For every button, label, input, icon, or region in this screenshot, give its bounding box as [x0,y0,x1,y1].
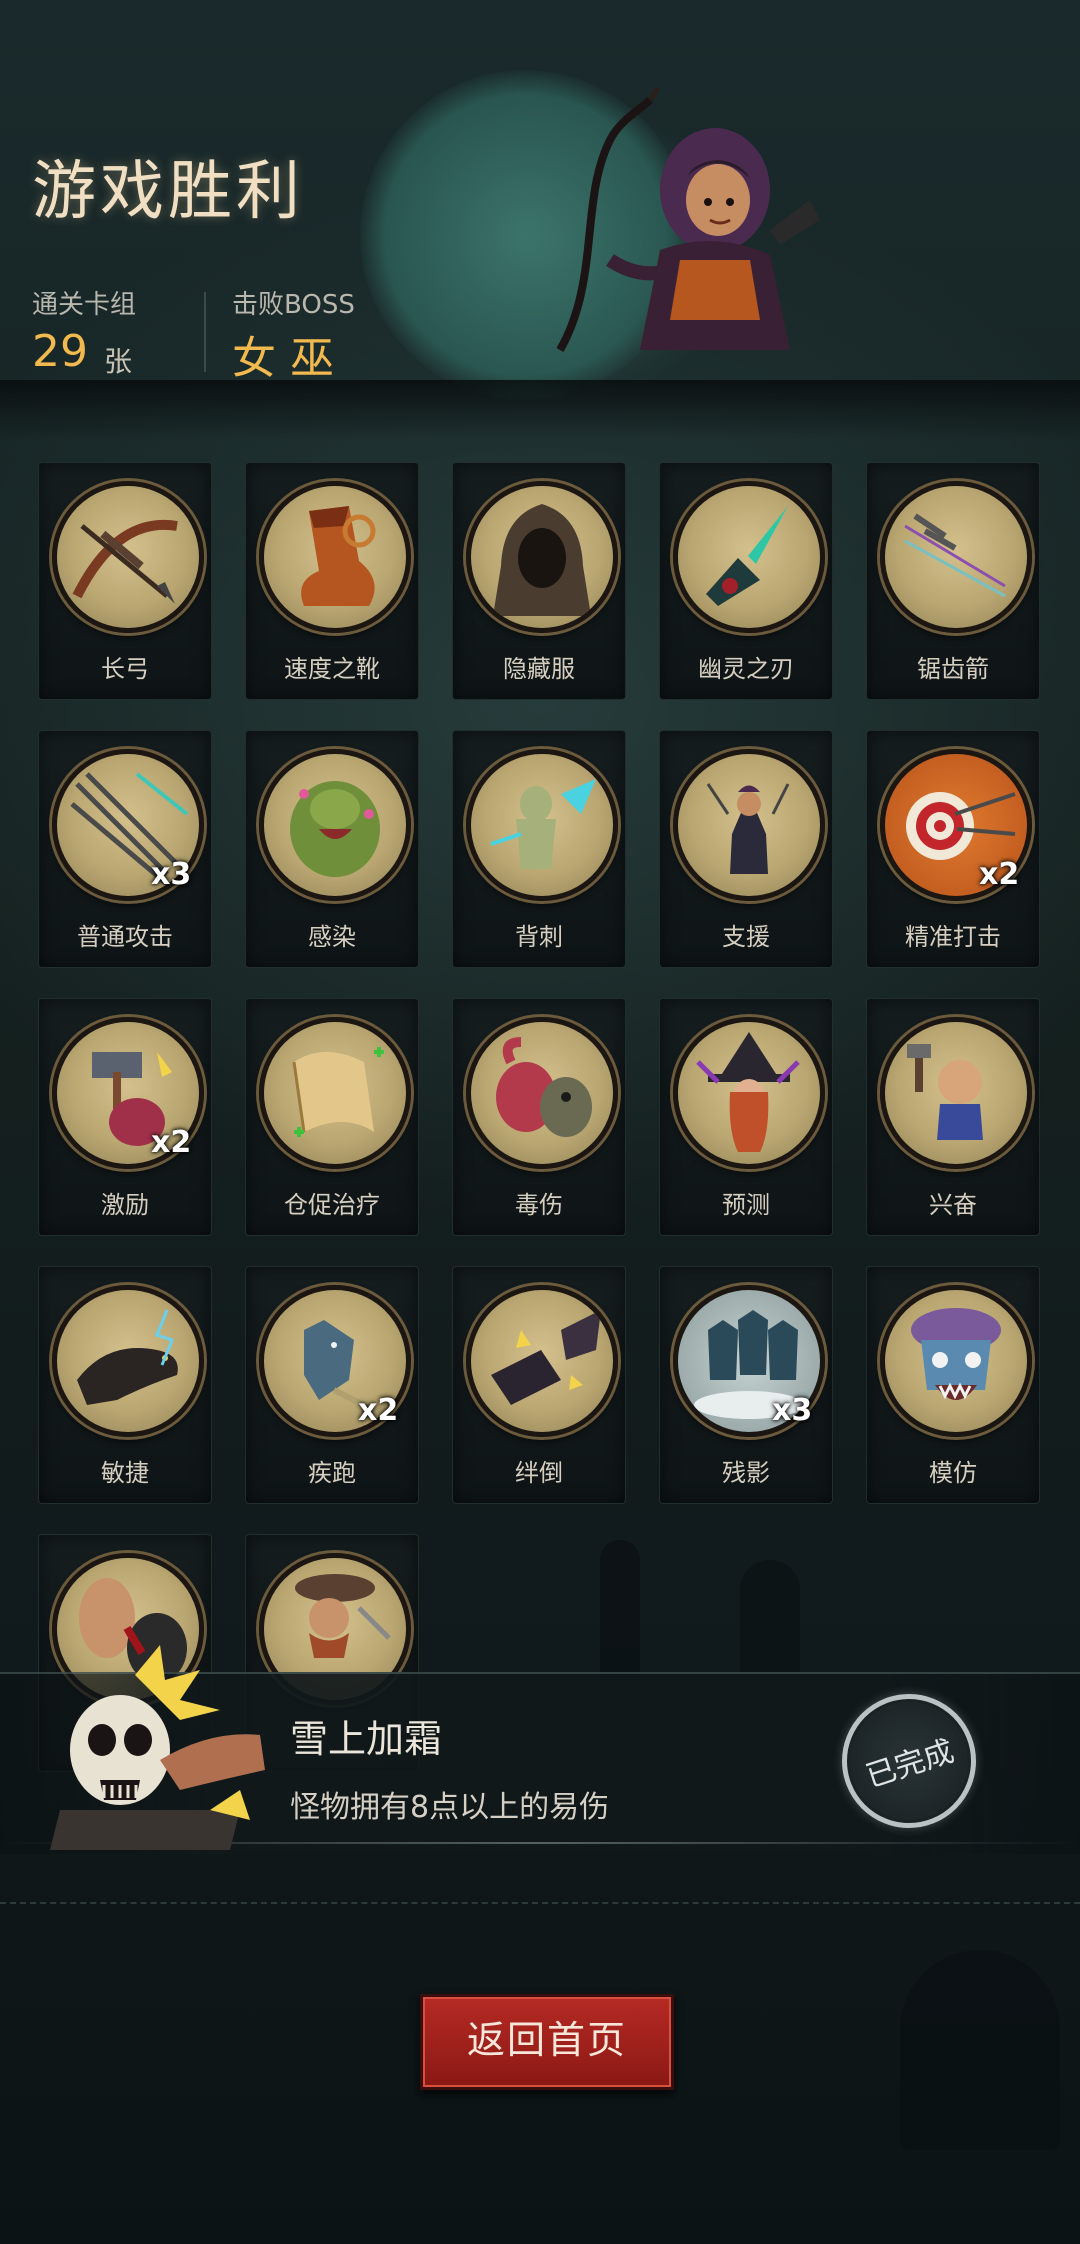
deck-unit: 张 [104,345,133,378]
multiplier-badge: x2 [151,1125,192,1160]
card-support[interactable]: 支援 [659,730,833,968]
multiplier-badge: x2 [358,1393,399,1428]
deck-count: 29 [32,326,88,377]
blade-icon [673,481,825,633]
zombie-icon [259,749,411,901]
card-label: 绊倒 [515,1459,563,1487]
hero-illustration [556,86,820,352]
multiplier-badge: x2 [979,857,1020,892]
boots-icon [259,481,411,633]
hand-silhouette [900,1950,1060,2150]
card-poison-damage[interactable]: 毒伤 [452,998,626,1236]
card-label: 敏捷 [101,1459,149,1487]
boss-name: 女 巫 [232,333,334,384]
card-speed-boots[interactable]: 速度之靴 [245,462,419,700]
card-label: 毒伤 [515,1191,563,1219]
card-label: 激励 [101,1191,149,1219]
multiplier-badge: x3 [772,1393,813,1428]
panther-icon [52,1285,204,1437]
card-excitement[interactable]: 兴奋 [866,998,1040,1236]
card-label: 背刺 [515,923,563,951]
card-precision-strike[interactable]: x2 精准打击 [866,730,1040,968]
dashed-divider [0,1902,1080,1904]
completed-stamp: 已完成 [842,1694,976,1828]
card-label: 疾跑 [308,1459,356,1487]
card-label: 感染 [308,923,356,951]
card-label: 隐藏服 [503,655,575,683]
card-infection[interactable]: 感染 [245,730,419,968]
tree-silhouette [600,1540,640,1680]
header-shadow [0,380,1080,440]
multiplier-badge: x3 [151,857,192,892]
card-label: 长弓 [101,655,149,683]
mask-icon [880,1285,1032,1437]
completed-stamp-text: 已完成 [861,1733,959,1795]
card-label: 仓促治疗 [284,1191,380,1219]
card-prediction[interactable]: 预测 [659,998,833,1236]
card-inspire[interactable]: x2 激励 [38,998,212,1236]
card-label: 模仿 [929,1459,977,1487]
boot-trip-icon [466,1285,618,1437]
card-longbow[interactable]: 长弓 [38,462,212,700]
longbow-icon [52,481,204,633]
page-title: 游戏胜利 [32,155,304,229]
card-backstab[interactable]: 背刺 [452,730,626,968]
card-sprint[interactable]: x2 疾跑 [245,1266,419,1504]
card-label: 支援 [722,923,770,951]
card-hidden-cloak[interactable]: 隐藏服 [452,462,626,700]
goblin-icon [880,1017,1032,1169]
card-afterimage[interactable]: x3 残影 [659,1266,833,1504]
deck-label: 通关卡组 [32,290,137,320]
tree-silhouette [740,1560,800,1680]
scroll-icon [259,1017,411,1169]
card-agility[interactable]: 敏捷 [38,1266,212,1504]
card-label: 残影 [722,1459,770,1487]
archer-icon [673,749,825,901]
achievement-title: 雪上加霜 [290,1717,443,1761]
card-label: 锯齿箭 [917,655,989,683]
card-label: 精准打击 [905,923,1001,951]
arrows-icon [880,481,1032,633]
achievement-description: 怪物拥有8点以上的易伤 [290,1790,610,1825]
card-hasty-heal[interactable]: 仓促治疗 [245,998,419,1236]
card-mimic[interactable]: 模仿 [866,1266,1040,1504]
card-label: 速度之靴 [284,655,380,683]
card-label: 幽灵之刃 [698,655,794,683]
card-trip[interactable]: 绊倒 [452,1266,626,1504]
card-normal-attack[interactable]: x3 普通攻击 [38,730,212,968]
card-label: 兴奋 [929,1191,977,1219]
tentacle-icon [466,1017,618,1169]
boss-label: 击败BOSS [232,290,355,320]
back-to-home-button[interactable]: 返回首页 [420,1994,674,2090]
skull-illustration [50,1645,265,1850]
hood-icon [466,481,618,633]
card-label: 预测 [722,1191,770,1219]
backstab-icon [466,749,618,901]
card-label: 普通攻击 [77,923,173,951]
card-serrated-arrow[interactable]: 锯齿箭 [866,462,1040,700]
witch-icon [673,1017,825,1169]
card-ghost-blade[interactable]: 幽灵之刃 [659,462,833,700]
stat-divider [204,292,206,372]
